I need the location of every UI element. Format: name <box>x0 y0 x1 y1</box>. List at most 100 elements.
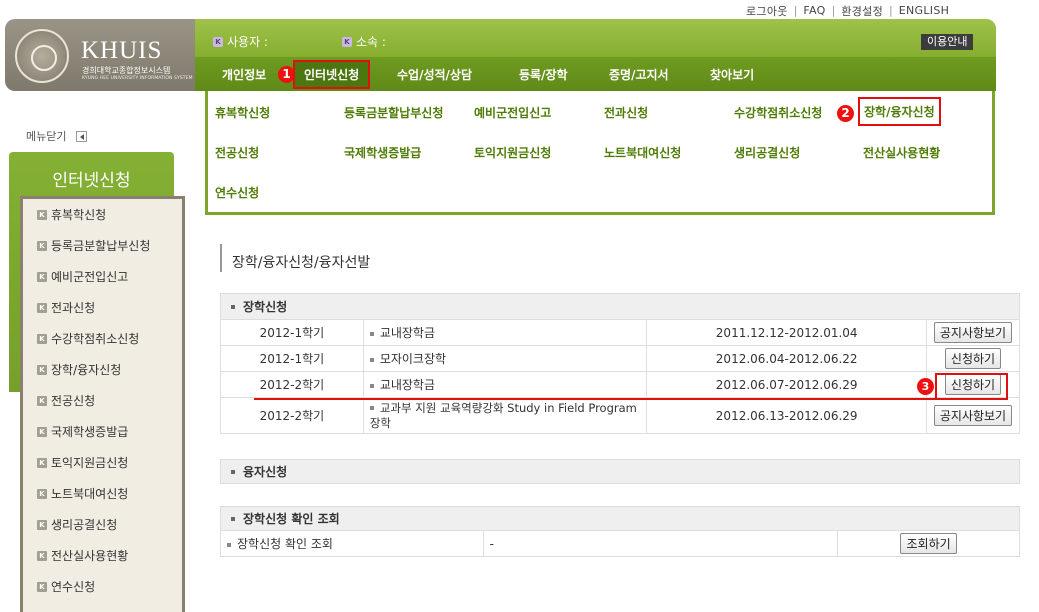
menu-close-label: 메뉴닫기 <box>26 130 67 143</box>
marker-2-icon: 2 <box>837 105 854 122</box>
user-label: 사용자 : <box>227 35 268 49</box>
period-cell: 2012.06.07-2012.06.29 <box>646 371 927 398</box>
term-cell: 2012-2학기 <box>220 371 364 398</box>
submenu-installment[interactable]: 등록금분할납부신청 <box>344 104 443 121</box>
nav-certificates[interactable]: 증명/고지서 <box>609 66 669 83</box>
k-badge-icon: K <box>213 36 223 47</box>
nav-personal-info[interactable]: 개인정보 <box>222 66 266 83</box>
k-icon: K <box>37 302 47 313</box>
term-cell: 2012-1학기 <box>220 345 364 372</box>
name-cell: 교과부 지원 교육역량강화 Study in Field Program 장학 <box>362 397 648 434</box>
label-cell: 장학신청 확인 조회 <box>220 530 484 557</box>
notice-button[interactable]: 공지사항보기 <box>933 405 1013 426</box>
sidebar-item[interactable]: K 장학/융자신청 <box>23 354 182 385</box>
apply-button[interactable]: 신청하기 <box>944 348 1002 369</box>
loan-section-title: 융자신청 <box>243 465 288 479</box>
k-icon: K <box>37 550 47 561</box>
university-emblem-icon <box>15 29 69 83</box>
sidebar-list: K 휴복학신청 K 등록금분할납부신청 K 예비군전입신고 K 전과신청 K 수강학점취소… <box>20 196 185 612</box>
name-cell: 교내장학금 <box>362 319 648 346</box>
submenu-major[interactable]: 전공신청 <box>215 144 259 161</box>
affiliation-label: 소속 : <box>356 35 386 49</box>
sidebar-item[interactable]: K 수강학점취소신청 <box>23 323 182 354</box>
logout-link[interactable]: 로그아웃 <box>740 3 794 19</box>
sidebar-item[interactable]: K 국제학생증발급 <box>23 416 182 447</box>
table-row: 2012-1학기 교내장학금 2011.12.12-2012.01.04 공지사… <box>220 319 1021 346</box>
sidebar-item[interactable]: K 등록금분할납부신청 <box>23 230 182 261</box>
table-row: 장학신청 확인 조회 - 조회하기 <box>220 530 1020 557</box>
bullet-icon <box>227 542 231 547</box>
k-icon: K <box>37 209 47 220</box>
settings-link[interactable]: 환경설정 <box>835 3 889 19</box>
term-cell: 2012-1학기 <box>220 319 364 346</box>
action-cell: 공지사항보기 <box>925 319 1021 346</box>
faq-link[interactable]: FAQ <box>797 4 831 17</box>
name-cell: 모자이크장학 <box>362 345 648 372</box>
k-icon: K <box>37 426 47 437</box>
bullet-icon <box>369 383 374 388</box>
khuis-logo[interactable]: KHUIS 경희대학교종합정보시스템 KYUNG HEE UNIVERSITY … <box>5 19 195 91</box>
nav-classes-grades[interactable]: 수업/성적/상담 <box>397 66 472 83</box>
nav-internet-application[interactable]: 인터넷신청 <box>293 60 371 89</box>
scholarship-table: 2012-1학기 교내장학금 2011.12.12-2012.01.04 공지사… <box>220 319 1021 434</box>
period-cell: 2011.12.12-2012.01.04 <box>646 319 927 346</box>
submenu-toeic[interactable]: 토익지원금신청 <box>474 144 551 161</box>
notice-button[interactable]: 공지사항보기 <box>933 322 1013 343</box>
sidebar-item[interactable]: K 전산실사용현황 <box>23 540 182 571</box>
highlight-underline <box>254 398 1008 400</box>
bullet-icon <box>369 331 374 336</box>
utility-links: 로그아웃 | FAQ | 환경설정 | ENGLISH <box>740 3 1039 18</box>
action-cell: 공지사항보기 <box>925 397 1021 434</box>
submenu-intl-card[interactable]: 국제학생증발급 <box>344 144 421 161</box>
submenu-reserve[interactable]: 예비군전입신고 <box>474 104 551 121</box>
sidebar-item[interactable]: K 전공신청 <box>23 385 182 416</box>
table-row: 2012-2학기 교내장학금 2012.06.07-2012.06.29 신청하… <box>220 371 1021 398</box>
period-cell: 2012.06.13-2012.06.29 <box>646 397 927 434</box>
k-icon: K <box>37 271 47 282</box>
lookup-button[interactable]: 조회하기 <box>900 533 957 554</box>
k-icon: K <box>37 488 47 499</box>
page-title: 장학/융자신청/융자선발 <box>220 244 370 272</box>
marker-3-icon: 3 <box>917 378 934 395</box>
table-row: 2012-2학기 교과부 지원 교육역량강화 Study in Field Pr… <box>220 397 1021 434</box>
sidebar-item[interactable]: K 연수신청 <box>23 571 182 602</box>
check-table: 장학신청 확인 조회 - 조회하기 <box>220 530 1020 557</box>
table-row: 2012-1학기 모자이크장학 2012.06.04-2012.06.22 신청… <box>220 345 1021 372</box>
k-icon: K <box>37 364 47 375</box>
value-cell: - <box>482 530 839 557</box>
submenu-menstrual-leave[interactable]: 생리공결신청 <box>734 144 800 161</box>
highlight-box <box>935 373 1008 400</box>
guide-button[interactable]: 이용안내 <box>921 34 974 50</box>
sidebar-item[interactable]: K 노트북대여신청 <box>23 478 182 509</box>
k-icon: K <box>37 333 47 344</box>
sidebar-item[interactable]: K 생리공결신청 <box>23 509 182 540</box>
collapse-arrow-icon[interactable] <box>76 130 88 142</box>
bullet-icon <box>369 406 374 410</box>
affiliation-info: K 소속 : <box>342 33 386 50</box>
submenu-scholarship-loan[interactable]: 장학/융자신청 <box>858 97 941 126</box>
nav-search[interactable]: 찾아보기 <box>710 66 754 83</box>
submenu-computer-lab[interactable]: 전산실사용현황 <box>863 144 940 161</box>
nav-registration-scholarship[interactable]: 등록/장학 <box>519 66 568 83</box>
submenu-training[interactable]: 연수신청 <box>215 184 259 201</box>
period-cell: 2012.06.04-2012.06.22 <box>646 345 927 372</box>
menu-close[interactable]: 메뉴닫기 <box>26 128 88 144</box>
bullet-icon <box>231 516 235 521</box>
submenu-transfer[interactable]: 전과신청 <box>604 104 648 121</box>
logo-name: KHUIS <box>81 37 163 64</box>
sidebar-item[interactable]: K 토익지원금신청 <box>23 447 182 478</box>
sidebar-item[interactable]: K 휴복학신청 <box>23 199 182 230</box>
sidebar-item[interactable]: K 예비군전입신고 <box>23 261 182 292</box>
scholarship-section-title: 장학신청 <box>243 300 288 314</box>
sidebar-item[interactable]: K 전과신청 <box>23 292 182 323</box>
k-icon: K <box>37 519 47 530</box>
loan-section-header: 융자신청 <box>220 459 1020 484</box>
submenu-laptop[interactable]: 노트북대여신청 <box>604 144 681 161</box>
submenu-credit-cancel[interactable]: 수강학점취소신청 <box>734 104 822 121</box>
k-badge-icon: K <box>342 36 352 47</box>
bullet-icon <box>231 469 235 474</box>
logo-subtitle: 경희대학교종합정보시스템 <box>82 66 171 75</box>
check-section-header: 장학신청 확인 조회 <box>220 506 1020 531</box>
english-link[interactable]: ENGLISH <box>893 4 955 17</box>
submenu-leave-return[interactable]: 휴복학신청 <box>215 104 270 121</box>
